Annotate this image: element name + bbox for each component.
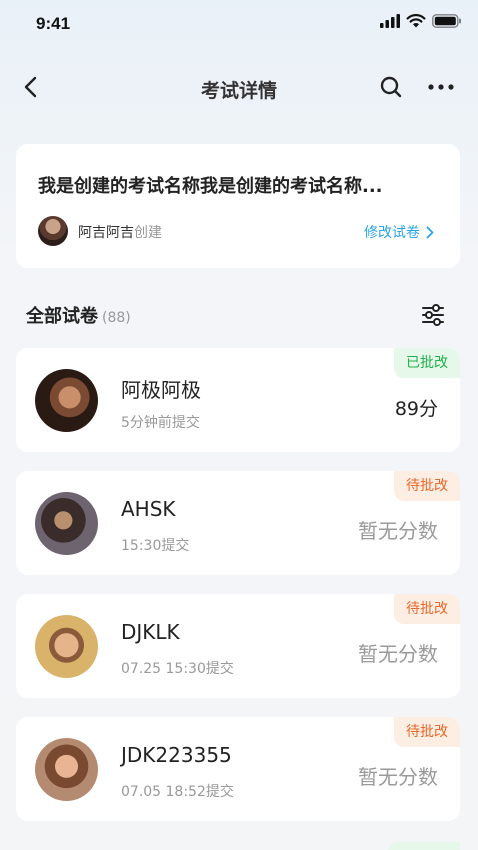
student-name: DJKLK (121, 620, 180, 644)
student-name: AHSK (121, 497, 176, 521)
filter-icon[interactable] (420, 302, 446, 328)
creator-info: 阿吉阿吉创建 (78, 222, 162, 242)
nav-bar: 考试详情 (0, 62, 478, 112)
status-badge: 待批改 (394, 594, 460, 624)
score: 暂无分数 (358, 519, 438, 543)
creator-name: 阿吉阿吉 (78, 225, 134, 241)
score: 暂无分数 (358, 765, 438, 789)
chevron-right-icon (426, 226, 434, 238)
paper-list: 阿极阿极 5分钟前提交 已批改 89分 AHSK 15:30提交 待批改 暂无分… (16, 348, 460, 840)
status-badge: 待批改 (394, 717, 460, 747)
avatar (35, 492, 98, 555)
edit-paper-label: 修改试卷 (364, 225, 420, 241)
status-badge: 待批改 (394, 471, 460, 501)
wifi-icon (406, 14, 426, 28)
avatar (35, 738, 98, 801)
creator-suffix: 创建 (134, 225, 162, 241)
paper-card[interactable]: JDK223355 07.05 18:52提交 待批改 暂无分数 (16, 717, 460, 821)
page-title: 考试详情 (200, 80, 277, 102)
creator-avatar (38, 216, 68, 246)
edit-paper-link[interactable]: 修改试卷 (364, 222, 434, 242)
submit-time: 07.05 18:52提交 (121, 784, 234, 800)
avatar (35, 369, 98, 432)
submit-time: 15:30提交 (121, 538, 190, 554)
section-header: 全部试卷 (88) (26, 302, 456, 330)
paper-card[interactable]: AHSK 15:30提交 待批改 暂无分数 (16, 471, 460, 575)
section-title: 全部试卷 (26, 306, 98, 327)
student-name: 阿极阿极 (121, 378, 201, 402)
paper-card[interactable]: DJKLK 07.25 15:30提交 待批改 暂无分数 (16, 594, 460, 698)
status-icons (380, 14, 462, 28)
search-icon[interactable] (378, 74, 404, 100)
score: 89分 (394, 398, 438, 420)
exam-info-card: 我是创建的考试名称我是创建的考试名称... 阿吉阿吉创建 修改试卷 (16, 144, 460, 268)
submit-time: 07.25 15:30提交 (121, 661, 234, 677)
next-card-badge-partial (388, 842, 460, 850)
avatar (35, 615, 98, 678)
status-badge: 已批改 (394, 348, 460, 378)
submit-time: 5分钟前提交 (121, 415, 200, 431)
more-icon[interactable] (426, 74, 456, 100)
exam-name: 我是创建的考试名称我是创建的考试名称... (38, 176, 383, 197)
battery-icon (432, 14, 461, 28)
signal-icon (380, 14, 400, 28)
paper-card[interactable]: 阿极阿极 5分钟前提交 已批改 89分 (16, 348, 460, 452)
section-count: (88) (102, 310, 131, 326)
student-name: JDK223355 (121, 743, 232, 767)
status-time: 9:41 (36, 14, 71, 33)
status-bar: 9:41 (0, 0, 478, 50)
score: 暂无分数 (358, 642, 438, 666)
